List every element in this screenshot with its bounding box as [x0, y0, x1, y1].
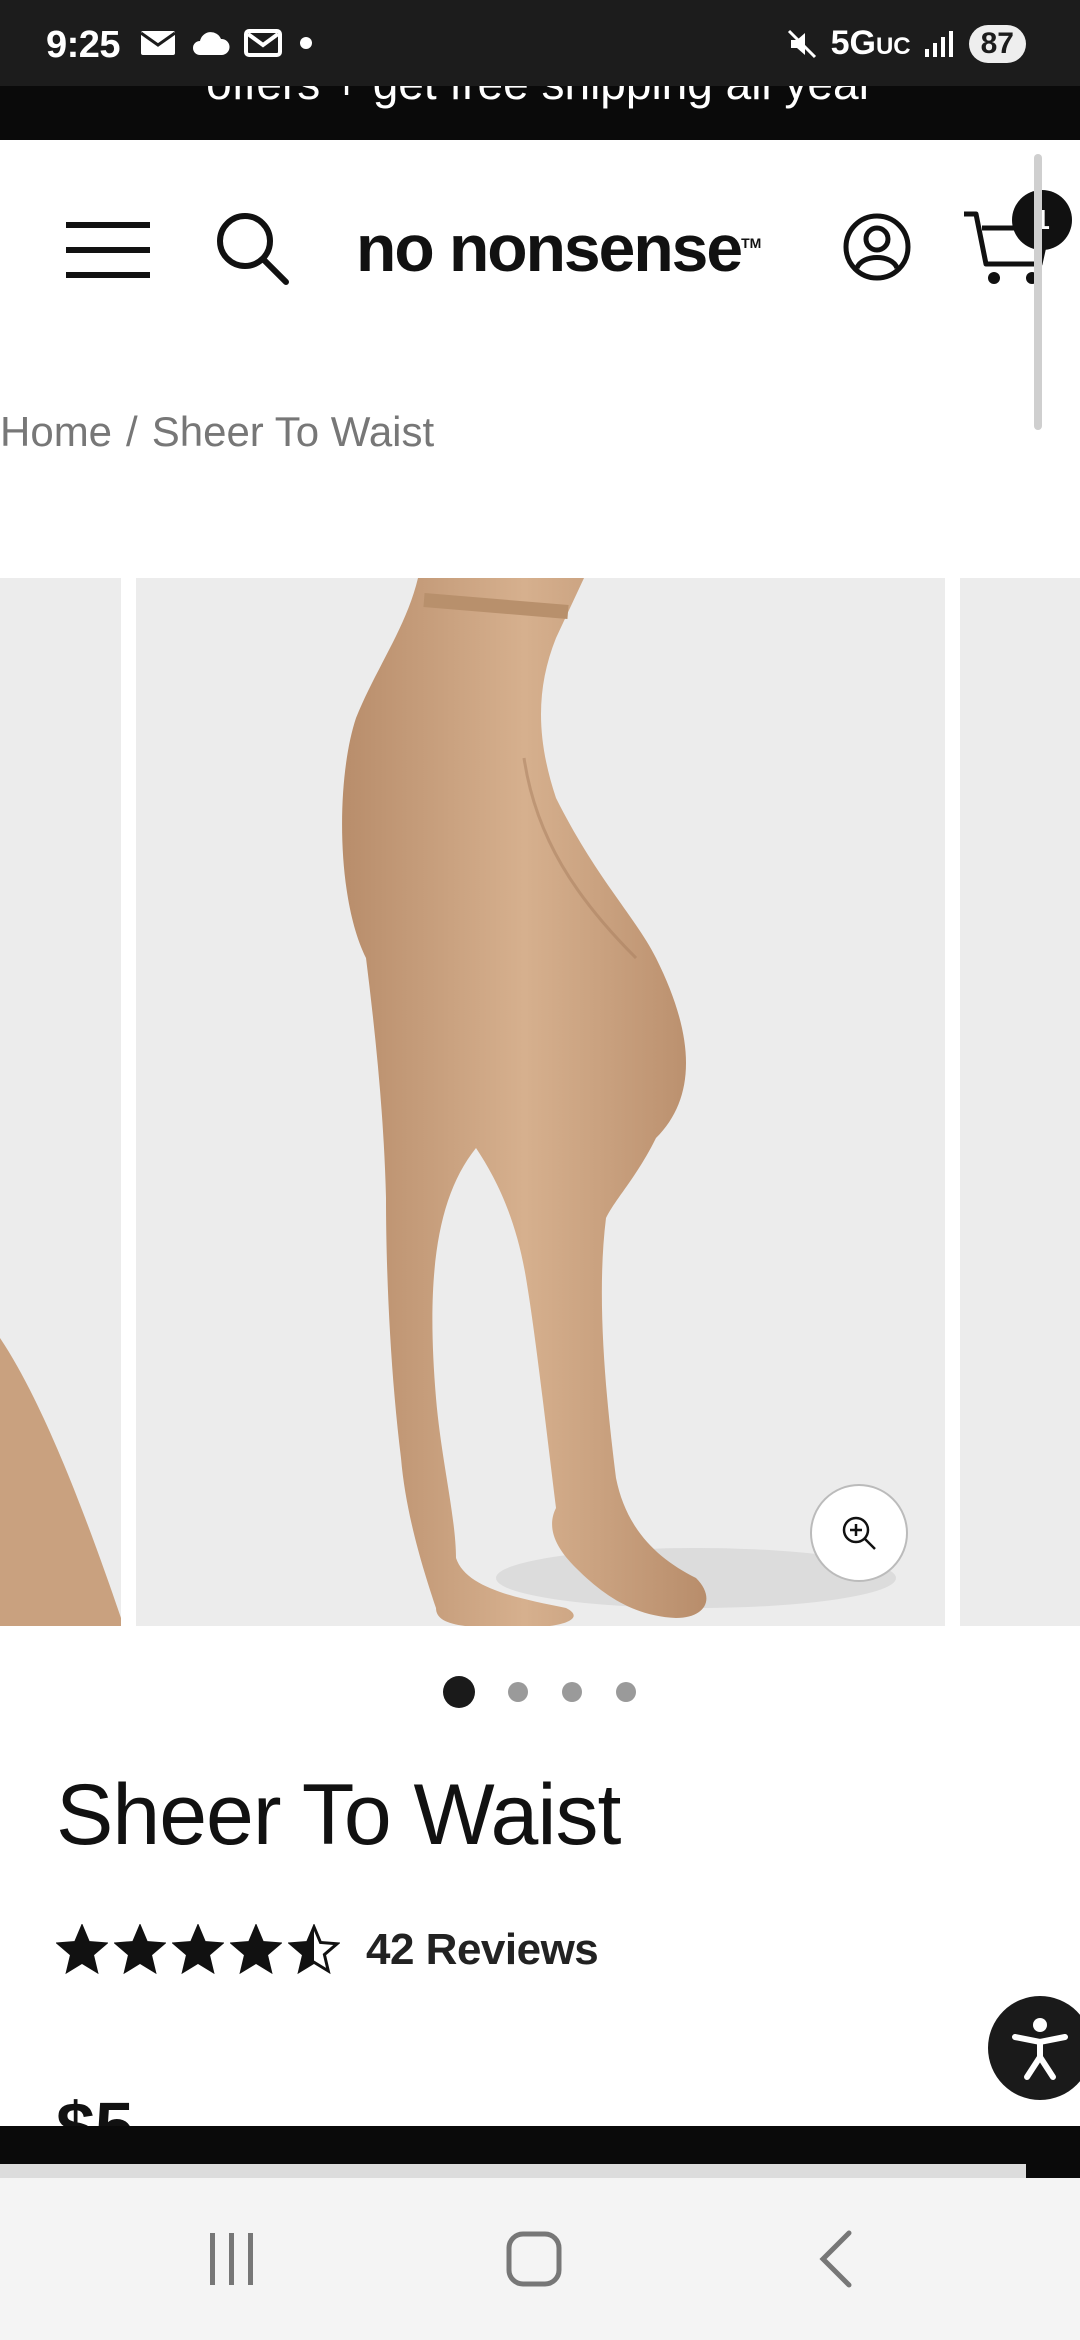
star-full-icon [56, 1924, 108, 1975]
product-image-carousel[interactable] [0, 578, 1080, 1626]
product-title: Sheer To Waist [56, 1767, 621, 1863]
promo-banner[interactable]: offers + get free shipping all year [0, 86, 1080, 140]
breadcrumb-separator: / [126, 408, 138, 455]
dot-icon [300, 37, 312, 49]
status-time: 9:25 [46, 24, 121, 66]
star-rating [56, 1924, 340, 1976]
back-icon [819, 2230, 852, 2288]
notification-icons [140, 28, 316, 58]
status-bar: 9:25 5GUC 87 [0, 0, 1080, 86]
product-image-partial [0, 1338, 121, 1626]
accessibility-button[interactable] [988, 1996, 1080, 2100]
next-slide[interactable] [960, 578, 1080, 1626]
star-full-icon [172, 1924, 224, 1975]
menu-button[interactable] [66, 220, 150, 280]
signal-icon [924, 30, 953, 57]
recent-apps-icon [210, 2233, 253, 2285]
reviews-link[interactable]: 42 Reviews [366, 1925, 599, 1975]
zoom-in-icon [842, 1516, 876, 1550]
sticky-bar-edge [0, 2164, 1026, 2178]
network-label: 5GUC [830, 24, 911, 62]
user-icon [843, 213, 911, 281]
carousel-dot[interactable] [562, 1682, 582, 1702]
cloud-icon [193, 32, 230, 55]
carousel-dot-active[interactable] [443, 1676, 475, 1708]
home-icon [506, 2231, 562, 2287]
cart-count-badge: 1 [1012, 190, 1072, 250]
site-header: no nonsenseTM [0, 140, 1080, 360]
product-image [342, 578, 896, 1626]
hamburger-icon [66, 222, 150, 278]
promo-text: offers + get free shipping all year [0, 86, 1080, 110]
search-button[interactable] [214, 210, 290, 286]
mail-icon [140, 31, 176, 55]
system-icons: 5GUC 87 [785, 24, 1026, 63]
star-full-icon [230, 1924, 282, 1975]
back-button[interactable] [786, 2224, 886, 2294]
breadcrumb-current: Sheer To Waist [151, 408, 435, 455]
account-button[interactable] [842, 212, 912, 282]
rating-row: 42 Reviews [56, 1924, 599, 1976]
previous-slide[interactable] [0, 578, 121, 1626]
active-slide[interactable] [136, 578, 945, 1626]
system-navigation-bar [0, 2178, 1080, 2340]
battery-level: 87 [968, 24, 1026, 63]
carousel-pagination [0, 1676, 1080, 1708]
breadcrumb: Home / Sheer To Waist [0, 408, 434, 456]
product-price: $5 [56, 2092, 134, 2128]
zoom-button[interactable] [810, 1484, 908, 1582]
search-icon [217, 213, 289, 285]
brand-logo[interactable]: no nonsenseTM [356, 210, 761, 286]
home-button[interactable] [484, 2224, 584, 2294]
scrollbar[interactable] [1034, 154, 1042, 430]
star-full-icon [114, 1924, 166, 1975]
carousel-dot[interactable] [616, 1682, 636, 1702]
recent-apps-button[interactable] [182, 2224, 282, 2294]
breadcrumb-home-link[interactable]: Home [0, 408, 112, 456]
star-half-icon [288, 1924, 340, 1975]
accessibility-icon [1012, 2018, 1068, 2080]
mute-icon [787, 29, 816, 58]
carousel-dot[interactable] [508, 1682, 528, 1702]
gmail-icon [244, 29, 282, 57]
